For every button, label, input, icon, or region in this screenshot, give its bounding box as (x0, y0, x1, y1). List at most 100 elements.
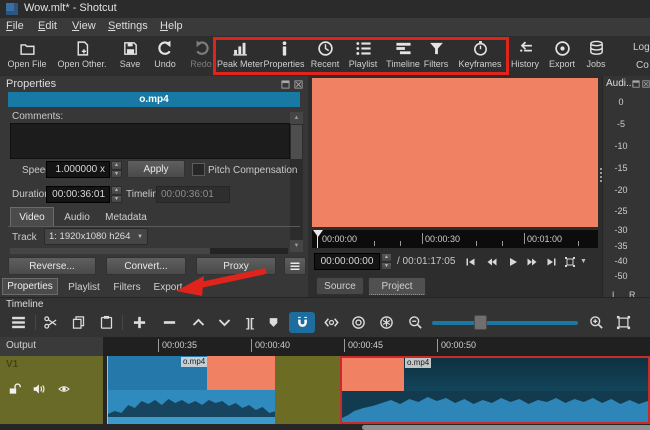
duration-spin-up[interactable]: ▲ (111, 186, 122, 195)
comments-textarea[interactable] (10, 123, 290, 159)
export-button[interactable]: Export (544, 40, 580, 69)
properties-vertical-scrollbar[interactable]: ▲ ▼ (290, 112, 303, 252)
output-track-header[interactable]: Output (0, 337, 103, 357)
timeline-menu-button[interactable] (4, 312, 32, 333)
dock-tab-playlist[interactable]: Playlist (62, 279, 106, 295)
open-file-button[interactable]: Open File (2, 40, 52, 69)
current-position-input[interactable]: 00:00:00:00 (314, 253, 380, 270)
timeline-scrollbar[interactable] (0, 424, 650, 430)
timeline-ruler[interactable]: 00:00:35 00:00:40 00:00:45 00:00:50 (103, 337, 650, 356)
player-zoom-caret[interactable]: ▼ (580, 258, 587, 265)
tab-source[interactable]: Source (316, 277, 364, 295)
save-button[interactable]: Save (112, 40, 148, 69)
ripple-all-tracks-button[interactable] (374, 312, 398, 333)
menu-file[interactable]: File (6, 20, 24, 32)
player-scrub-bar[interactable]: 00:00:00 00:00:30 00:01:00 (312, 230, 598, 248)
close-panel-icon[interactable] (294, 80, 303, 89)
timeline-clip-2[interactable] (275, 356, 340, 424)
properties-horizontal-scrollbar[interactable] (10, 248, 288, 254)
playlist-button[interactable]: Playlist (342, 40, 384, 69)
video-preview[interactable] (312, 78, 598, 227)
position-spin-up[interactable]: ▲ (381, 253, 392, 262)
tab-metadata[interactable]: Metadata (98, 209, 154, 226)
duration-spin-down[interactable]: ▼ (111, 194, 122, 203)
zoom-slider-track[interactable] (432, 321, 578, 325)
paste-button[interactable] (94, 312, 118, 333)
float-panel-icon[interactable] (632, 80, 640, 88)
float-panel-icon[interactable] (281, 80, 290, 89)
append-button[interactable] (126, 312, 152, 333)
position-spinner[interactable]: ▲ ▼ (381, 253, 392, 270)
properties-button[interactable]: Properties (260, 40, 308, 69)
recent-button[interactable]: Recent (306, 40, 344, 69)
timeline-duration-value: 00:00:36:01 (156, 186, 230, 203)
menu-edit[interactable]: Edit (38, 20, 57, 32)
speed-spin-down[interactable]: ▼ (111, 169, 122, 178)
scroll-up-arrow[interactable]: ▲ (290, 112, 303, 124)
duration-spinner[interactable]: ▲ ▼ (111, 186, 122, 203)
ruler-label-40: 00:00:40 (255, 340, 291, 350)
skip-to-start-button[interactable] (464, 256, 477, 268)
rewind-button[interactable] (484, 256, 500, 268)
menu-settings[interactable]: Settings (108, 20, 148, 32)
speed-spin-up[interactable]: ▲ (111, 161, 122, 170)
properties-menu-button[interactable] (284, 257, 306, 275)
skip-to-end-button[interactable] (545, 256, 558, 268)
pitch-compensation-checkbox[interactable] (192, 163, 205, 176)
cut-button[interactable] (38, 312, 62, 333)
fast-forward-button[interactable] (524, 256, 540, 268)
tab-audio[interactable]: Audio (56, 209, 98, 226)
eye-icon[interactable] (56, 383, 72, 395)
dock-tab-filters[interactable]: Filters (108, 279, 146, 295)
zoom-in-button[interactable] (584, 312, 608, 333)
apply-button[interactable]: Apply (127, 160, 185, 178)
title-bar[interactable]: Wow.mlt* - Shotcut (0, 0, 650, 19)
v1-track-header[interactable]: V1 (0, 356, 103, 424)
ripple-button[interactable] (346, 312, 370, 333)
zoom-out-button[interactable] (403, 312, 427, 333)
duration-input[interactable]: 00:00:36:01 (46, 186, 110, 203)
keyframes-button[interactable]: Keyframes (454, 40, 506, 69)
speaker-icon[interactable] (32, 382, 47, 396)
dock-tab-export[interactable]: Export (148, 279, 188, 295)
position-spin-down[interactable]: ▼ (381, 261, 392, 270)
redo-button[interactable]: Redo (184, 40, 218, 69)
copy-button[interactable] (66, 312, 90, 333)
reverse-button[interactable]: Reverse... (8, 257, 96, 275)
open-other-button[interactable]: Open Other. (52, 40, 112, 69)
menu-view[interactable]: View (72, 20, 96, 32)
scroll-down-arrow[interactable]: ▼ (290, 240, 303, 252)
overwrite-button[interactable] (212, 312, 236, 333)
play-button[interactable] (507, 256, 519, 268)
player-zoom-button[interactable] (564, 256, 576, 268)
lock-icon[interactable] (8, 382, 22, 396)
tab-video[interactable]: Video (10, 207, 54, 226)
zoom-slider-handle[interactable] (474, 315, 487, 330)
timeline-clip-3-selected[interactable] (340, 356, 650, 424)
split-button[interactable]: ][ (238, 312, 262, 333)
ripple-delete-button[interactable] (156, 312, 182, 333)
track-dropdown[interactable]: 1: 1920x1080 h264 ▼ (44, 228, 148, 245)
proxy-button[interactable]: Proxy (196, 257, 276, 275)
scrub-minor-tick (400, 241, 401, 246)
history-button[interactable]: History (506, 40, 544, 69)
scrub-while-dragging-button[interactable] (319, 312, 343, 333)
menu-help[interactable]: Help (160, 20, 183, 32)
tab-project[interactable]: Project (368, 277, 426, 295)
marker-button[interactable] (262, 312, 284, 333)
jobs-button[interactable]: Jobs (580, 40, 612, 69)
filters-button[interactable]: Filters (418, 40, 454, 69)
scroll-thumb[interactable] (291, 125, 302, 159)
lift-button[interactable] (186, 312, 210, 333)
undo-button[interactable]: Undo (148, 40, 182, 69)
close-panel-icon[interactable] (642, 80, 650, 88)
timeline-scroll-thumb[interactable] (362, 425, 650, 430)
zoom-fit-button[interactable] (611, 312, 635, 333)
dock-tab-properties[interactable]: Properties (2, 278, 58, 295)
h-scroll-thumb[interactable] (10, 248, 210, 254)
convert-button[interactable]: Convert... (106, 257, 186, 275)
snap-toggle-button[interactable] (289, 312, 315, 333)
peak-meter-button[interactable]: Peak Meter (214, 40, 266, 69)
speed-spinner[interactable]: ▲ ▼ (111, 161, 122, 178)
speed-input[interactable]: 1.000000 x (46, 161, 110, 178)
